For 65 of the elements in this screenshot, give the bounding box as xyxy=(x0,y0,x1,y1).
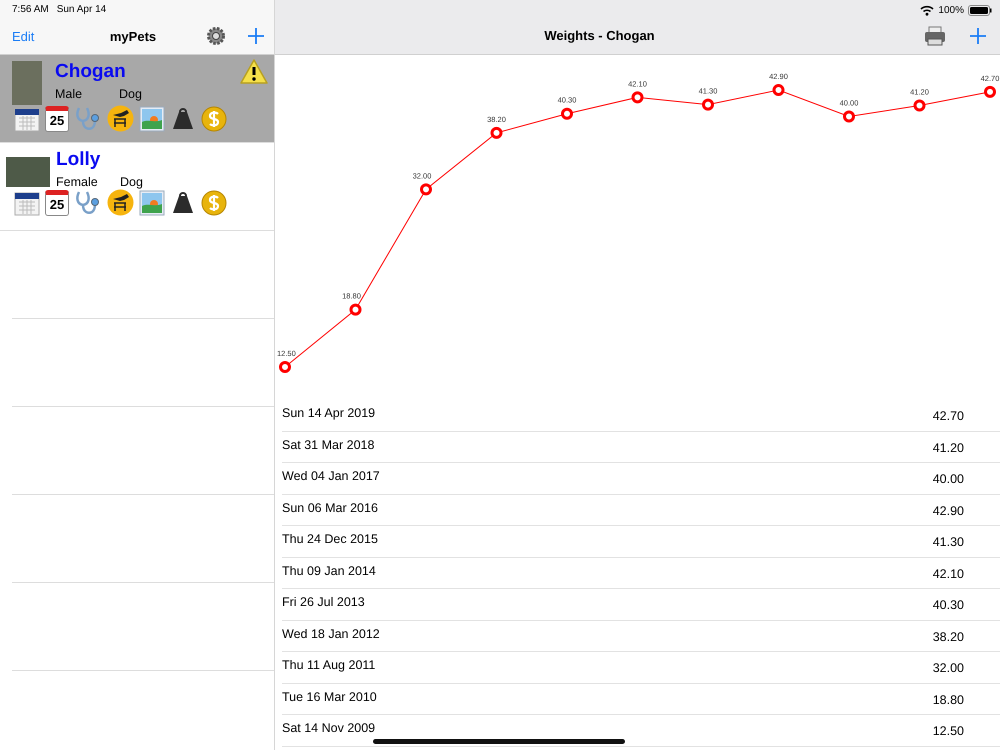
weight-value: 40.00 xyxy=(932,471,964,488)
pet-name: Lolly xyxy=(56,149,102,171)
weight-icon[interactable] xyxy=(170,190,196,216)
dollar-coin-icon[interactable] xyxy=(201,106,227,132)
calendar-day-icon[interactable]: 25 xyxy=(45,190,69,216)
data-point xyxy=(772,84,784,96)
weight-value: 32.00 xyxy=(932,660,964,677)
landscape-picture-icon[interactable] xyxy=(139,190,165,216)
battery-icon xyxy=(968,5,992,16)
weight-date: Tue 16 Mar 2010 xyxy=(282,690,377,706)
battery-percent: 100% xyxy=(938,5,964,16)
stethoscope-icon[interactable] xyxy=(74,190,102,216)
weight-value: 12.50 xyxy=(932,723,964,740)
weight-date: Thu 09 Jan 2014 xyxy=(282,564,376,580)
pet-sex: Female xyxy=(56,175,99,189)
dollar-coin-icon[interactable] xyxy=(201,190,227,216)
data-point xyxy=(279,361,291,373)
printer-icon[interactable] xyxy=(924,26,946,46)
data-point xyxy=(490,126,502,139)
weight-value: 42.10 xyxy=(932,566,964,582)
data-point xyxy=(914,100,926,112)
weight-date: Wed 04 Jan 2017 xyxy=(282,469,380,485)
pet-row[interactable]: Lolly Female Dog 25 xyxy=(0,143,274,231)
calendar-day-icon[interactable]: 25 xyxy=(45,106,69,132)
pet-name: Chogan xyxy=(55,61,127,83)
app-title: myPets xyxy=(108,28,158,44)
pet-sex: Male xyxy=(55,87,84,101)
add-icon[interactable] xyxy=(248,28,264,44)
landscape-picture-icon[interactable] xyxy=(139,106,165,132)
weight-date: Fri 26 Jul 2013 xyxy=(282,595,365,611)
weight-value: 38.20 xyxy=(932,628,964,646)
weight-value: 41.30 xyxy=(932,534,964,551)
weight-date: Sun 06 Mar 2016 xyxy=(282,500,378,516)
data-point xyxy=(350,304,362,316)
pet-row[interactable]: Chogan Male Dog 25 xyxy=(0,55,274,143)
calendar-icon[interactable] xyxy=(14,190,40,216)
weight-date: Sun 14 Apr 2019 xyxy=(282,406,376,422)
weight-value: 42.70 xyxy=(932,408,964,425)
pet-species: Dog xyxy=(120,175,143,189)
add-icon[interactable] xyxy=(970,28,986,44)
weight-value: 41.20 xyxy=(932,440,964,456)
edit-button[interactable]: Edit xyxy=(12,28,72,44)
data-point xyxy=(561,108,573,120)
weight-value: 40.30 xyxy=(932,597,964,614)
weight-icon[interactable] xyxy=(170,106,196,132)
weight-date: Sat 14 Nov 2009 xyxy=(282,721,376,737)
weight-value: 18.80 xyxy=(932,692,964,708)
data-point xyxy=(632,91,644,104)
data-point xyxy=(420,183,432,196)
weight-date: Wed 18 Jan 2012 xyxy=(282,626,380,642)
settings-icon[interactable] xyxy=(206,26,226,46)
screen-title: Weights - Chogan xyxy=(543,28,656,43)
photo-placeholder xyxy=(12,61,42,105)
data-point xyxy=(843,110,855,122)
status-time: 7:56 AM xyxy=(12,4,49,17)
data-point xyxy=(984,86,996,98)
pet-species: Dog xyxy=(119,87,142,101)
wifi-icon xyxy=(920,5,934,16)
data-point xyxy=(702,98,714,111)
weight-value: 42.90 xyxy=(932,502,964,520)
weight-date: Thu 11 Aug 2011 xyxy=(282,658,376,674)
weight-date: Thu 24 Dec 2015 xyxy=(282,532,378,548)
weight-date: Sat 31 Mar 2018 xyxy=(282,438,374,454)
status-date: Sun Apr 14 xyxy=(56,4,106,17)
photo-placeholder xyxy=(6,157,50,187)
